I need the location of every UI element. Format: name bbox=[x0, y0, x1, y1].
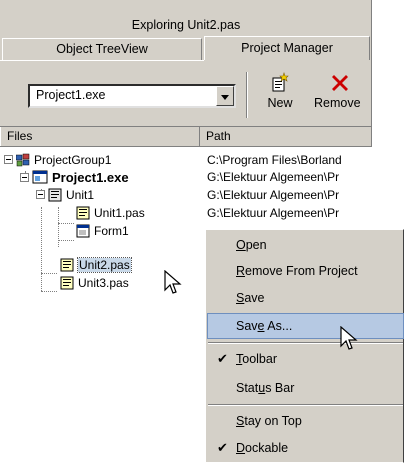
context-menu: Open Remove From Project Save Save As...… bbox=[205, 229, 404, 463]
label-part: oolbar bbox=[242, 352, 277, 366]
menu-item-status-bar[interactable]: Status Bar bbox=[208, 376, 403, 400]
tree-line bbox=[41, 207, 42, 291]
tree-item-label: Unit3.pas bbox=[78, 276, 129, 290]
tree-item-unit2-pas[interactable]: Unit2.pas bbox=[60, 257, 132, 274]
collapse-icon[interactable] bbox=[4, 155, 13, 164]
tree-item-label: Project1.exe bbox=[52, 170, 129, 185]
column-path[interactable]: Path bbox=[200, 127, 372, 146]
menu-item-stay-on-top[interactable]: Stay on Top bbox=[208, 409, 403, 433]
label-part: tay on Top bbox=[244, 414, 302, 428]
tree-item-path: G:\Elektuur Algemeen\Pr bbox=[207, 170, 340, 184]
label-part: Sav bbox=[236, 319, 258, 333]
tree-line bbox=[58, 223, 74, 224]
tree-item-projectgroup[interactable]: ProjectGroup1 bbox=[4, 152, 111, 169]
menu-item-toolbar[interactable]: ✔ Toolbar bbox=[208, 347, 403, 371]
check-icon: ✔ bbox=[217, 351, 228, 366]
new-button-label: New bbox=[267, 96, 293, 110]
tree-line bbox=[58, 207, 59, 247]
tree-item-label: Form1 bbox=[94, 224, 129, 238]
tree-item-path: G:\Elektuur Algemeen\Pr bbox=[207, 206, 340, 220]
label-part: ockable bbox=[245, 441, 289, 455]
toolbar-separator bbox=[246, 72, 248, 118]
label-part: As... bbox=[264, 319, 293, 333]
menu-item-label: Stay on Top bbox=[236, 409, 302, 433]
label-accelerator: e bbox=[257, 319, 265, 333]
tree-line bbox=[41, 291, 57, 292]
tab-strip: Object TreeView Project Manager bbox=[0, 36, 372, 60]
menu-item-open[interactable]: Open bbox=[208, 233, 403, 257]
remove-button-label: Remove bbox=[314, 96, 361, 110]
menu-item-label: Save As... bbox=[236, 314, 292, 338]
tree-item-form1[interactable]: Form1 bbox=[76, 223, 129, 240]
combo-dropdown-icon[interactable] bbox=[216, 86, 234, 106]
new-button[interactable]: New bbox=[254, 70, 306, 116]
tree-item-path: C:\Program Files\Borland bbox=[207, 153, 342, 167]
mouse-pointer-icon bbox=[340, 326, 358, 350]
label-accelerator: O bbox=[236, 238, 246, 252]
check-icon: ✔ bbox=[217, 440, 228, 455]
menu-item-label: Dockable bbox=[236, 436, 288, 460]
tree-item-unit1[interactable]: Unit1 bbox=[36, 187, 94, 204]
unit-icon bbox=[48, 188, 62, 202]
label-part: s Bar bbox=[265, 381, 295, 395]
pas-file-icon bbox=[60, 276, 74, 290]
label-part: Stat bbox=[236, 381, 259, 395]
menu-separator bbox=[208, 404, 403, 406]
executable-project-icon bbox=[32, 170, 48, 184]
form-icon bbox=[76, 224, 90, 238]
menu-separator bbox=[208, 342, 403, 344]
menu-item-save-as[interactable]: Save As... bbox=[207, 313, 404, 339]
tree-line bbox=[41, 273, 57, 274]
menu-item-remove-from-project[interactable]: Remove From Project bbox=[208, 259, 403, 283]
label-part: emove From Project bbox=[245, 264, 358, 278]
label-part: ave bbox=[244, 291, 265, 305]
remove-x-icon bbox=[332, 75, 348, 91]
tree-item-unit3-pas[interactable]: Unit3.pas bbox=[60, 275, 129, 292]
new-item-icon bbox=[272, 72, 289, 92]
project-group-icon bbox=[16, 153, 30, 167]
menu-item-label: Save bbox=[236, 286, 265, 310]
tree-item-unit1-pas[interactable]: Unit1.pas bbox=[76, 205, 145, 222]
mouse-pointer-icon bbox=[164, 270, 182, 294]
menu-item-save[interactable]: Save bbox=[208, 286, 403, 310]
toolbar: Project1.exe New Remove bbox=[4, 64, 370, 124]
collapse-icon[interactable] bbox=[20, 173, 29, 182]
tree-line bbox=[58, 240, 74, 241]
remove-button[interactable]: Remove bbox=[310, 70, 370, 116]
tree-item-label: Unit1 bbox=[66, 188, 95, 202]
menu-item-dockable[interactable]: ✔ Dockable bbox=[208, 436, 403, 460]
tab-divider bbox=[0, 60, 204, 61]
label-accelerator: R bbox=[236, 264, 246, 278]
tree-item-path: G:\Elektuur Algemeen\Pr bbox=[207, 188, 340, 202]
pas-file-icon bbox=[76, 206, 90, 220]
label-part: pen bbox=[245, 238, 267, 252]
tree-item-project1[interactable]: Project1.exe bbox=[20, 169, 129, 186]
tab-project-manager[interactable]: Project Manager bbox=[204, 36, 370, 60]
menu-item-label: Toolbar bbox=[236, 347, 277, 371]
column-files[interactable]: Files bbox=[0, 127, 200, 146]
tree-item-label: ProjectGroup1 bbox=[34, 153, 112, 167]
project-combo[interactable]: Project1.exe bbox=[28, 84, 236, 108]
collapse-icon[interactable] bbox=[36, 190, 45, 199]
tab-object-treeview[interactable]: Object TreeView bbox=[2, 38, 202, 60]
menu-item-label: Open bbox=[236, 233, 267, 257]
tree-item-label: Unit1.pas bbox=[94, 206, 145, 220]
menu-item-label: Status Bar bbox=[236, 376, 294, 400]
column-header: Files Path bbox=[0, 126, 372, 146]
project-combo-value: Project1.exe bbox=[36, 88, 106, 102]
window-title: Exploring Unit2.pas bbox=[131, 18, 241, 32]
menu-item-label: Remove From Project bbox=[236, 259, 358, 283]
label-accelerator: D bbox=[236, 441, 246, 455]
pas-file-icon bbox=[60, 258, 74, 272]
tree-item-label: Unit2.pas bbox=[77, 257, 132, 273]
